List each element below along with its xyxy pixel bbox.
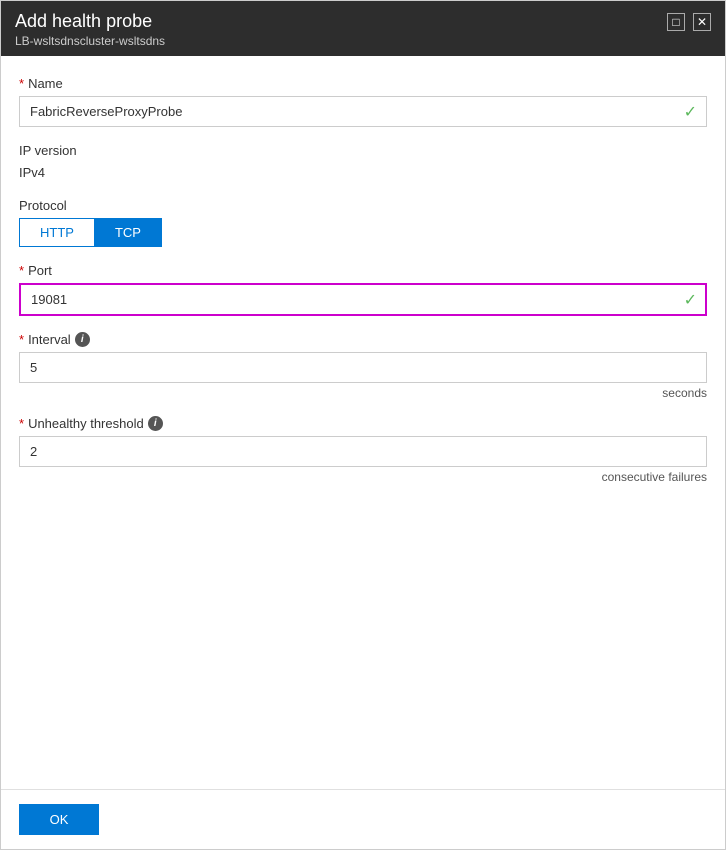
title-bar-left: Add health probe LB-wsltsdnscluster-wslt… — [15, 11, 165, 48]
unhealthy-threshold-info-icon[interactable]: i — [148, 416, 163, 431]
unhealthy-threshold-input-wrapper — [19, 436, 707, 467]
ip-version-label: IP version — [19, 143, 707, 158]
port-required-star: * — [19, 263, 24, 278]
port-check-icon: ✓ — [684, 290, 697, 310]
protocol-label-text: Protocol — [19, 198, 67, 213]
add-health-probe-dialog: Add health probe LB-wsltsdnscluster-wslt… — [0, 0, 726, 850]
interval-field-group: * Interval i seconds — [19, 332, 707, 400]
name-field-group: * Name ✓ — [19, 76, 707, 127]
interval-input[interactable] — [19, 352, 707, 383]
ip-version-label-text: IP version — [19, 143, 77, 158]
dialog-footer: OK — [1, 789, 725, 849]
interval-required-star: * — [19, 332, 24, 347]
unhealthy-threshold-label-text: Unhealthy threshold — [28, 416, 144, 431]
form-content: * Name ✓ IP version IPv4 Protocol HTTP T… — [1, 56, 725, 789]
name-required-star: * — [19, 76, 24, 91]
ip-version-field-group: IP version IPv4 — [19, 143, 707, 182]
unhealthy-threshold-hint: consecutive failures — [19, 470, 707, 484]
unhealthy-threshold-field-group: * Unhealthy threshold i consecutive fail… — [19, 416, 707, 484]
name-input-wrapper: ✓ — [19, 96, 707, 127]
name-check-icon: ✓ — [684, 102, 697, 122]
name-label: * Name — [19, 76, 707, 91]
unhealthy-threshold-input[interactable] — [19, 436, 707, 467]
dialog-title: Add health probe — [15, 11, 165, 32]
port-label-text: Port — [28, 263, 52, 278]
title-bar-controls: □ ✕ — [667, 13, 711, 31]
port-input-wrapper: ✓ — [19, 283, 707, 316]
close-icon: ✕ — [697, 16, 707, 28]
name-label-text: Name — [28, 76, 63, 91]
minimize-icon: □ — [672, 16, 679, 28]
protocol-tcp-button[interactable]: TCP — [94, 218, 162, 247]
ip-version-value: IPv4 — [19, 163, 707, 182]
port-input[interactable] — [19, 283, 707, 316]
ok-button[interactable]: OK — [19, 804, 99, 835]
title-bar: Add health probe LB-wsltsdnscluster-wslt… — [1, 1, 725, 56]
protocol-toggle: HTTP TCP — [19, 218, 707, 247]
dialog-subtitle: LB-wsltsdnscluster-wsltsdns — [15, 34, 165, 48]
interval-input-wrapper — [19, 352, 707, 383]
protocol-http-button[interactable]: HTTP — [19, 218, 94, 247]
interval-hint: seconds — [19, 386, 707, 400]
port-field-group: * Port ✓ — [19, 263, 707, 316]
port-label: * Port — [19, 263, 707, 278]
protocol-label: Protocol — [19, 198, 707, 213]
close-button[interactable]: ✕ — [693, 13, 711, 31]
interval-label-text: Interval — [28, 332, 71, 347]
name-input[interactable] — [19, 96, 707, 127]
interval-label: * Interval i — [19, 332, 707, 347]
protocol-field-group: Protocol HTTP TCP — [19, 198, 707, 247]
unhealthy-threshold-required-star: * — [19, 416, 24, 431]
minimize-button[interactable]: □ — [667, 13, 685, 31]
unhealthy-threshold-label: * Unhealthy threshold i — [19, 416, 707, 431]
interval-info-icon[interactable]: i — [75, 332, 90, 347]
